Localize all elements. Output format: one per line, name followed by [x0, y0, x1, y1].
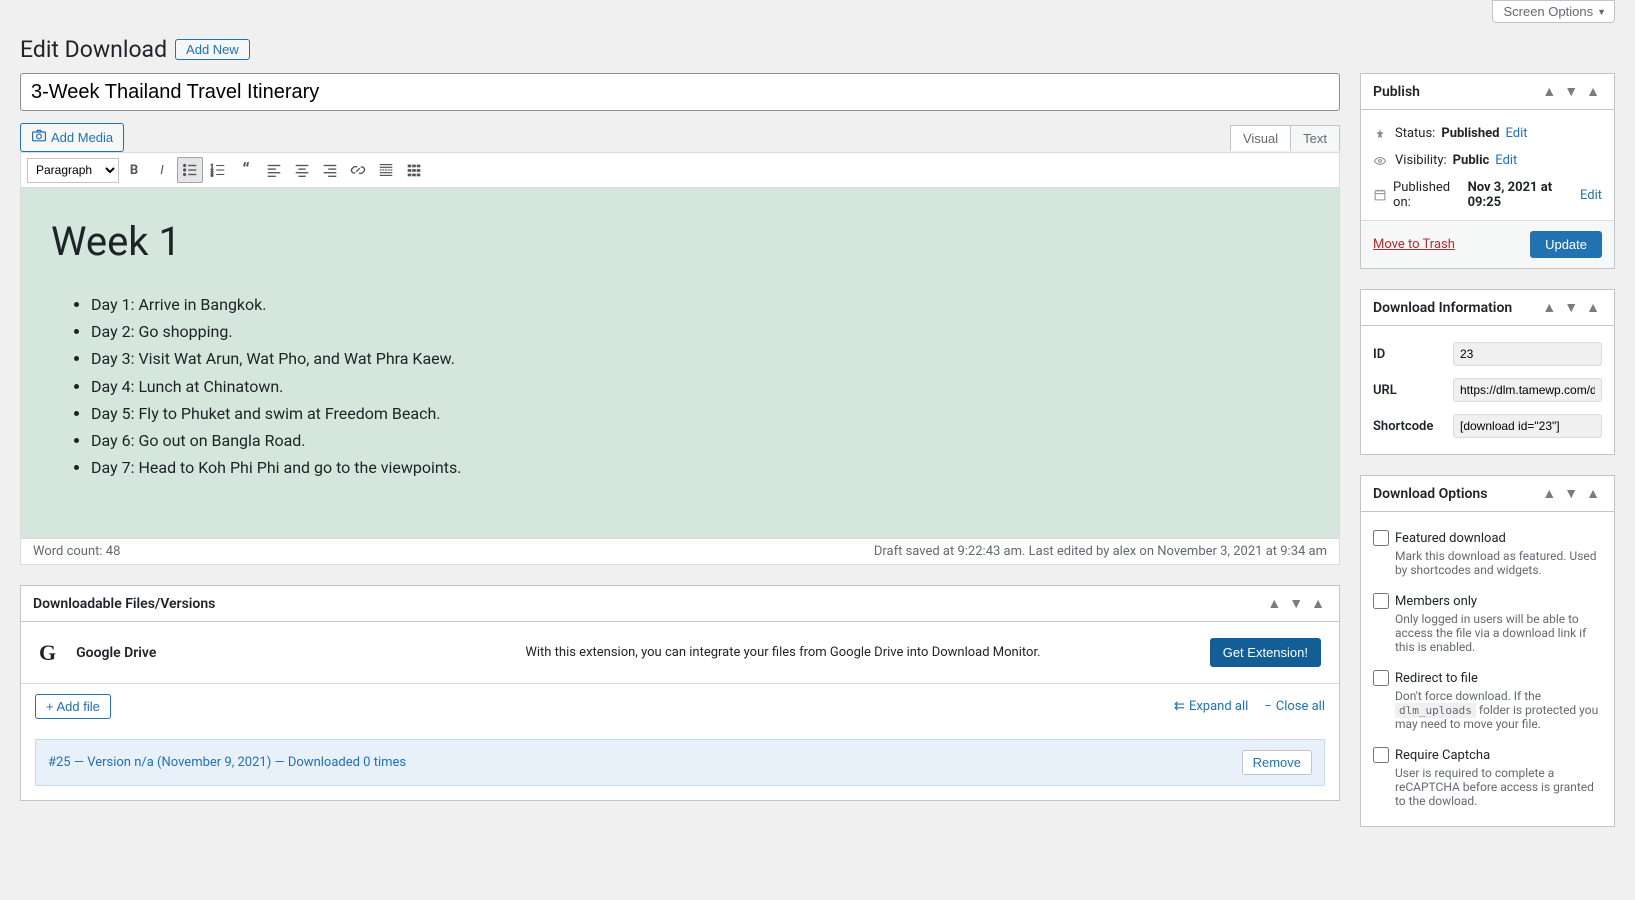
- published-label: Published on:: [1393, 180, 1462, 210]
- collapse-icon[interactable]: ▲: [1309, 593, 1327, 614]
- featured-download-checkbox[interactable]: [1373, 530, 1389, 546]
- files-box-title: Downloadable Files/Versions: [33, 596, 215, 612]
- gdrive-title: Google Drive: [76, 645, 356, 661]
- minus-icon: −: [1264, 699, 1271, 714]
- collapse-icon[interactable]: ▲: [1584, 81, 1602, 102]
- chevron-down-icon[interactable]: ▼: [1562, 483, 1580, 504]
- italic-icon[interactable]: I: [149, 157, 175, 183]
- gdrive-desc: With this extension, you can integrate y…: [376, 645, 1190, 660]
- eye-icon: [1373, 154, 1389, 168]
- captcha-desc: User is required to complete a reCAPTCHA…: [1395, 766, 1602, 808]
- add-file-button[interactable]: + Add file: [35, 694, 111, 719]
- chevron-up-icon[interactable]: ▲: [1540, 297, 1558, 318]
- list-item: Day 7: Head to Koh Phi Phi and go to the…: [91, 454, 1309, 481]
- list-item: Day 6: Go out on Bangla Road.: [91, 427, 1309, 454]
- url-field[interactable]: [1453, 378, 1602, 402]
- download-title-input[interactable]: [20, 73, 1340, 111]
- status-label: Status:: [1395, 126, 1435, 141]
- toolbar-toggle-icon[interactable]: [401, 157, 427, 183]
- content-list: Day 1: Arrive in Bangkok. Day 2: Go shop…: [51, 291, 1309, 481]
- redirect-desc: Don't force download. If the dlm_uploads…: [1395, 689, 1602, 731]
- editor-toolbar: Paragraph B I 123 “: [20, 152, 1340, 188]
- bold-icon[interactable]: B: [121, 157, 147, 183]
- visibility-label: Visibility:: [1395, 153, 1447, 168]
- update-button[interactable]: Update: [1530, 231, 1602, 258]
- redirect-checkbox[interactable]: [1373, 670, 1389, 686]
- shortcode-field[interactable]: [1453, 414, 1602, 438]
- members-only-checkbox[interactable]: [1373, 593, 1389, 609]
- page-title: Edit Download: [20, 36, 167, 63]
- chevron-down-icon[interactable]: ▼: [1562, 81, 1580, 102]
- published-value: Nov 3, 2021 at 09:25: [1468, 180, 1574, 210]
- blockquote-icon[interactable]: “: [233, 157, 259, 183]
- url-label: URL: [1373, 383, 1443, 398]
- screen-options-button[interactable]: Screen Options: [1492, 0, 1615, 23]
- visibility-value: Public: [1453, 153, 1490, 168]
- chevron-down-icon[interactable]: ▼: [1562, 297, 1580, 318]
- format-select[interactable]: Paragraph: [27, 158, 119, 183]
- featured-label: Featured download: [1395, 531, 1506, 546]
- pin-icon: [1373, 127, 1389, 141]
- version-text: #25 — Version n/a (November 9, 2021) — D…: [48, 755, 406, 770]
- captcha-checkbox[interactable]: [1373, 747, 1389, 763]
- members-label: Members only: [1395, 594, 1477, 609]
- close-all-link[interactable]: − Close all: [1264, 699, 1325, 714]
- edit-status-link[interactable]: Edit: [1505, 126, 1527, 141]
- edit-date-link[interactable]: Edit: [1580, 188, 1602, 203]
- editor-content-area[interactable]: Week 1 Day 1: Arrive in Bangkok. Day 2: …: [20, 188, 1340, 538]
- members-desc: Only logged in users will be able to acc…: [1395, 612, 1602, 654]
- tab-text[interactable]: Text: [1290, 125, 1340, 151]
- id-label: ID: [1373, 347, 1443, 362]
- file-version-row[interactable]: #25 — Version n/a (November 9, 2021) — D…: [35, 739, 1325, 786]
- numbered-list-icon[interactable]: 123: [205, 157, 231, 183]
- list-item: Day 4: Lunch at Chinatown.: [91, 373, 1309, 400]
- add-media-button[interactable]: Add Media: [20, 123, 124, 152]
- svg-text:3: 3: [211, 172, 214, 178]
- publish-box-title: Publish: [1373, 84, 1420, 100]
- add-media-label: Add Media: [51, 130, 113, 145]
- list-item: Day 3: Visit Wat Arun, Wat Pho, and Wat …: [91, 345, 1309, 372]
- remove-version-button[interactable]: Remove: [1242, 750, 1312, 775]
- download-info-title: Download Information: [1373, 300, 1512, 316]
- link-icon[interactable]: [345, 157, 371, 183]
- redirect-label: Redirect to file: [1395, 671, 1478, 686]
- collapse-icon[interactable]: ▲: [1584, 483, 1602, 504]
- id-field[interactable]: [1453, 342, 1602, 366]
- list-item: Day 5: Fly to Phuket and swim at Freedom…: [91, 400, 1309, 427]
- chevron-up-icon[interactable]: ▲: [1540, 81, 1558, 102]
- align-right-icon[interactable]: [317, 157, 343, 183]
- align-left-icon[interactable]: [261, 157, 287, 183]
- list-item: Day 1: Arrive in Bangkok.: [91, 291, 1309, 318]
- chevron-up-icon[interactable]: ▲: [1265, 593, 1283, 614]
- tab-visual[interactable]: Visual: [1230, 125, 1291, 151]
- get-extension-button[interactable]: Get Extension!: [1210, 638, 1321, 667]
- readmore-icon[interactable]: [373, 157, 399, 183]
- chevron-up-icon[interactable]: ▲: [1540, 483, 1558, 504]
- shortcode-label: Shortcode: [1373, 419, 1443, 434]
- captcha-label: Require Captcha: [1395, 748, 1490, 763]
- status-line: Draft saved at 9:22:43 am. Last edited b…: [874, 544, 1327, 559]
- chevron-down-icon[interactable]: ▼: [1287, 593, 1305, 614]
- download-options-title: Download Options: [1373, 486, 1487, 502]
- camera-icon: [31, 128, 47, 147]
- bullet-list-icon[interactable]: [177, 157, 203, 183]
- edit-visibility-link[interactable]: Edit: [1495, 153, 1517, 168]
- word-count: Word count: 48: [33, 544, 120, 559]
- move-to-trash-link[interactable]: Move to Trash: [1373, 237, 1455, 252]
- calendar-icon: [1373, 188, 1387, 202]
- add-new-button[interactable]: Add New: [175, 39, 250, 60]
- featured-desc: Mark this download as featured. Used by …: [1395, 549, 1602, 577]
- status-value: Published: [1441, 126, 1499, 141]
- list-item: Day 2: Go shopping.: [91, 318, 1309, 345]
- content-heading: Week 1: [51, 218, 1309, 265]
- collapse-icon[interactable]: ▲: [1584, 297, 1602, 318]
- google-drive-icon: G: [39, 640, 56, 666]
- expand-icon: ⇇: [1174, 699, 1185, 714]
- align-center-icon[interactable]: [289, 157, 315, 183]
- expand-all-link[interactable]: ⇇ Expand all: [1174, 699, 1248, 714]
